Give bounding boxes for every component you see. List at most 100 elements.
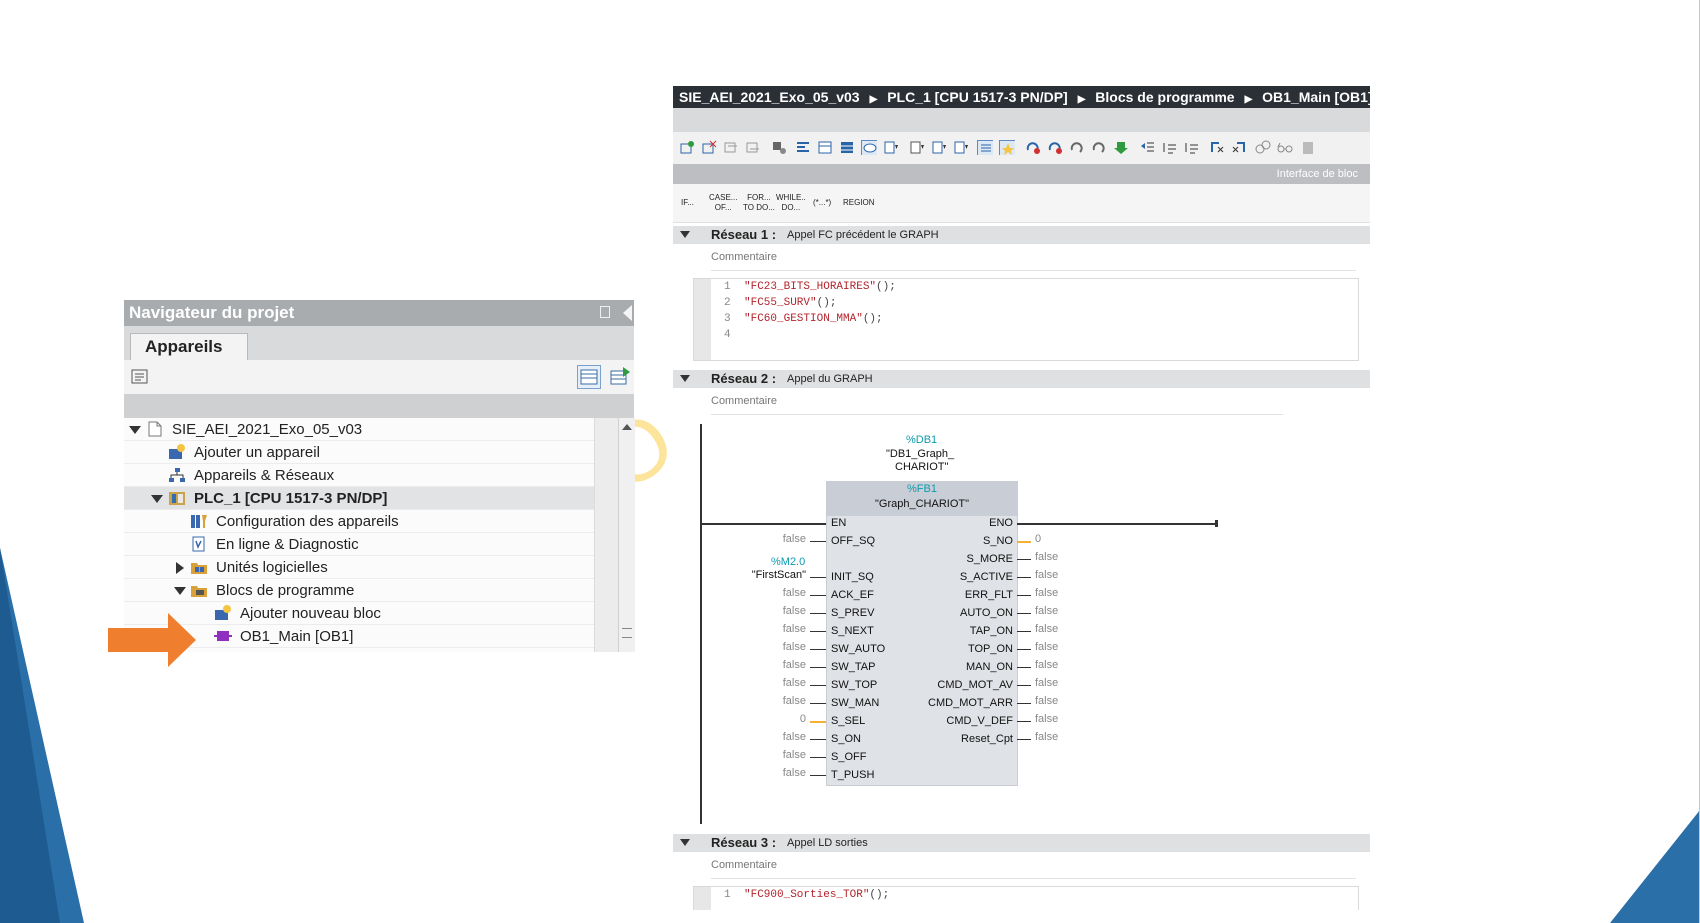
network-3-code[interactable]: 1 "FC900_Sorties_TOR"();	[693, 886, 1359, 910]
go-to-error-icon[interactable]	[1025, 140, 1041, 155]
output-value[interactable]: false	[1035, 677, 1058, 689]
input-value[interactable]: 0	[800, 713, 806, 725]
delete-network-icon[interactable]	[701, 140, 717, 155]
expand-toggle-icon[interactable]	[151, 495, 163, 503]
tree-item-device-config[interactable]: Configuration des appareils	[124, 510, 594, 533]
tree-item-program-blocks[interactable]: Blocs de programme	[124, 579, 594, 602]
function-block-box[interactable]: %FB1 "Graph_CHARIOT" EN OFF_SQ INIT_SQ ACK_…	[826, 481, 1018, 786]
list-increase-icon[interactable]	[1161, 140, 1177, 155]
input-value[interactable]: false	[783, 677, 806, 689]
expand-all-icon[interactable]	[1231, 140, 1247, 155]
input-value[interactable]: false	[783, 731, 806, 743]
instance-db-name[interactable]: "DB1_Graph_	[886, 448, 954, 460]
download-block-icon[interactable]	[909, 140, 925, 155]
scroll-grip-icon[interactable]	[622, 628, 632, 638]
breadcrumb-item[interactable]: SIE_AEI_2021_Exo_05_v03	[679, 89, 860, 105]
breadcrumb-item[interactable]: PLC_1 [CPU 1517-3 PN/DP]	[887, 89, 1068, 105]
instruction-case[interactable]: CASE... OF...	[709, 193, 737, 213]
table-view-icon[interactable]	[577, 365, 601, 389]
output-value[interactable]: false	[1035, 551, 1058, 563]
output-value[interactable]: false	[1035, 623, 1058, 635]
output-value[interactable]: false	[1035, 641, 1058, 653]
input-value[interactable]: false	[783, 623, 806, 635]
instruction-for[interactable]: FOR... TO DO...	[743, 193, 775, 213]
indent-icon[interactable]	[1091, 140, 1107, 155]
input-value[interactable]: false	[783, 767, 806, 779]
code-line[interactable]: 2 "FC55_SURV"();	[724, 297, 836, 309]
tab-appareils[interactable]: Appareils	[130, 333, 248, 360]
network-1-code[interactable]: 1 "FC23_BITS_HORAIRES"(); 2 "FC55_SURV"();…	[693, 278, 1359, 361]
instruction-region[interactable]: REGION	[843, 198, 875, 208]
output-value[interactable]: false	[1035, 731, 1058, 743]
network-comment[interactable]: Commentaire	[711, 859, 777, 871]
network-1-header[interactable]: Réseau 1 : Appel FC précédent le GRAPH	[673, 226, 1370, 244]
view-list-icon[interactable]	[817, 140, 833, 155]
code-line[interactable]: 3 "FC60_GESTION_MMA"();	[724, 313, 883, 325]
instruction-if[interactable]: IF...	[681, 198, 694, 208]
favorites-icon[interactable]	[999, 140, 1015, 155]
tree-item-add-device[interactable]: Ajouter un appareil	[124, 441, 594, 464]
output-value[interactable]: false	[1035, 659, 1058, 671]
breadcrumb-item[interactable]: OB1_Main [OB1]	[1262, 89, 1370, 105]
comment-icon[interactable]	[861, 140, 877, 155]
network-open-icon[interactable]	[723, 140, 739, 155]
output-value[interactable]: false	[1035, 695, 1058, 707]
network-2-header[interactable]: Réseau 2 : Appel du GRAPH	[673, 370, 1370, 388]
save-icon[interactable]	[1301, 140, 1317, 155]
tree-item-online-diagnostic[interactable]: En ligne & Diagnostic	[124, 533, 594, 556]
properties-icon[interactable]	[131, 368, 151, 386]
output-value[interactable]: false	[1035, 713, 1058, 725]
network-3-header[interactable]: Réseau 3 : Appel LD sorties	[673, 834, 1370, 852]
instruction-while[interactable]: WHILE.. DO...	[776, 193, 806, 213]
network-description[interactable]: Appel LD sorties	[787, 834, 868, 852]
tree-item-software-units[interactable]: Unités logicielles	[124, 556, 594, 579]
collapse-network-icon[interactable]	[680, 839, 690, 846]
download-icon[interactable]	[1113, 140, 1129, 155]
compare-icon[interactable]	[953, 140, 969, 155]
block-interface-bar[interactable]: Interface de bloc	[673, 164, 1370, 184]
output-value[interactable]: false	[1035, 569, 1058, 581]
monitor-icon[interactable]	[771, 140, 787, 155]
expand-toggle-icon[interactable]	[129, 426, 141, 434]
output-value[interactable]: false	[1035, 587, 1058, 599]
input-value[interactable]: false	[783, 749, 806, 761]
input-value[interactable]: false	[783, 659, 806, 671]
align-left-icon[interactable]	[795, 140, 811, 155]
input-value[interactable]: false	[783, 587, 806, 599]
expand-toggle-icon[interactable]	[174, 587, 186, 595]
breadcrumb-item[interactable]: Blocs de programme	[1095, 89, 1234, 105]
insert-network-icon[interactable]	[679, 140, 695, 155]
next-error-icon[interactable]	[1069, 140, 1085, 155]
instruction-comment[interactable]: (*...*)	[813, 198, 831, 208]
collapse-left-icon[interactable]	[623, 305, 632, 321]
tree-item-devices-networks[interactable]: Appareils & Réseaux	[124, 464, 594, 487]
scroll-up-icon[interactable]	[622, 424, 632, 430]
code-line[interactable]: 1 "FC900_Sorties_TOR"();	[724, 889, 889, 901]
code-line[interactable]: 4	[724, 329, 744, 341]
network-description[interactable]: Appel FC précédent le GRAPH	[787, 226, 939, 244]
pin-icon[interactable]	[600, 306, 610, 318]
input-value[interactable]: false	[783, 641, 806, 653]
upload-block-icon[interactable]	[931, 140, 947, 155]
previous-error-icon[interactable]	[1047, 140, 1063, 155]
input-value[interactable]: "FirstScan"	[752, 569, 806, 581]
input-value[interactable]: false	[783, 533, 806, 545]
list-indent-icon[interactable]	[1183, 140, 1199, 155]
tree-item-project[interactable]: SIE_AEI_2021_Exo_05_v03	[124, 418, 594, 441]
call-block-icon[interactable]	[883, 140, 899, 155]
view-table-icon[interactable]	[839, 140, 855, 155]
code-line[interactable]: 1 "FC23_BITS_HORAIRES"();	[724, 281, 896, 293]
expand-toggle-icon[interactable]	[176, 562, 184, 574]
output-value[interactable]: 0	[1035, 533, 1041, 545]
input-value[interactable]: false	[783, 605, 806, 617]
network-comment[interactable]: Commentaire	[711, 251, 777, 263]
connect-icon[interactable]	[1255, 140, 1271, 155]
input-value[interactable]: false	[783, 695, 806, 707]
network-description[interactable]: Appel du GRAPH	[787, 370, 873, 388]
navigator-scrollbar[interactable]	[618, 418, 635, 652]
collapse-all-icon[interactable]	[1209, 140, 1225, 155]
collapse-network-icon[interactable]	[680, 231, 690, 238]
tree-item-plc[interactable]: PLC_1 [CPU 1517-3 PN/DP]	[124, 487, 594, 510]
toggle-line-numbers-icon[interactable]	[977, 140, 993, 155]
network-comment[interactable]: Commentaire	[711, 395, 777, 407]
